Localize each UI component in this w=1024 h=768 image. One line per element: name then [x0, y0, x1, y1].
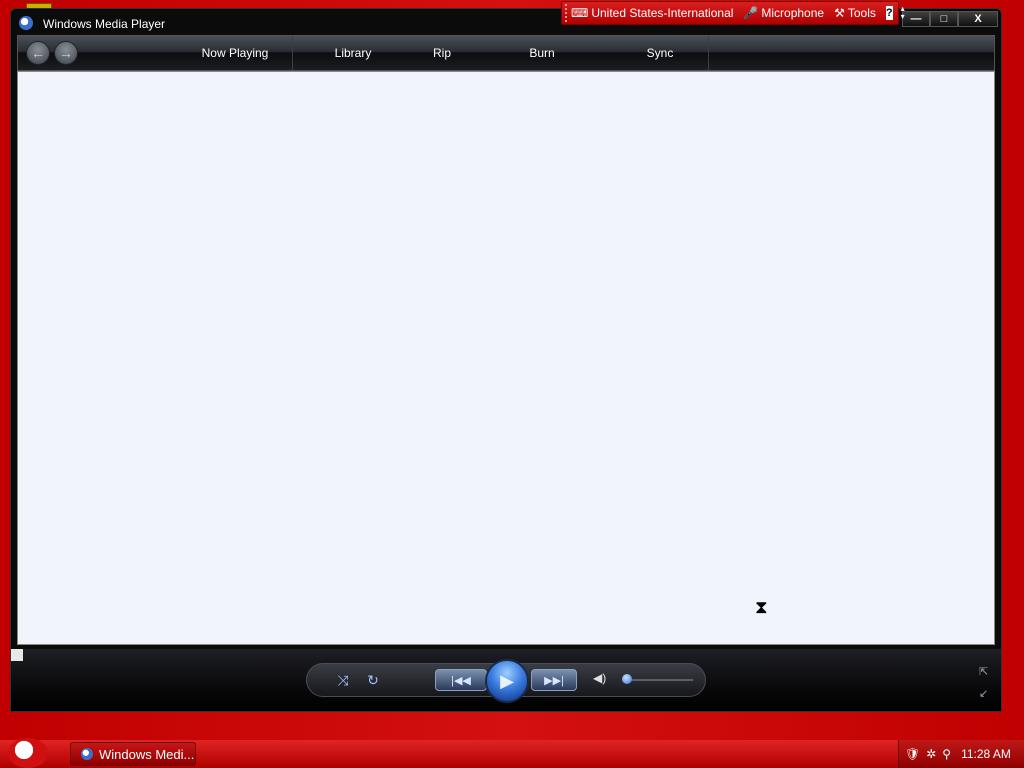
hourglass-cursor-icon: ⧗	[755, 597, 768, 617]
repeat-button[interactable]: ↻	[363, 670, 383, 690]
navigation-bar: ← → Now Playing Library Rip Burn Sync	[17, 35, 995, 71]
clock[interactable]: 11:28 AM	[961, 747, 1011, 761]
tab-burn[interactable]: Burn	[512, 36, 572, 70]
language-bar-options[interactable]: ▴ ▾	[901, 5, 905, 21]
chevron-down-icon: ▾	[900, 12, 905, 21]
close-button[interactable]: X	[958, 11, 998, 27]
tools-button[interactable]: ⚒ Tools	[834, 6, 876, 20]
taskbar-item-label: Windows Medi...	[99, 746, 195, 762]
maximize-button[interactable]: □	[930, 11, 958, 27]
media-player-icon	[19, 16, 33, 30]
stop-button[interactable]	[11, 649, 23, 661]
start-button[interactable]	[8, 738, 48, 768]
media-player-icon	[81, 748, 93, 760]
system-tray: 🛡 ✲ ⚲ 11:28 AM	[898, 740, 1024, 768]
shield-icon[interactable]: 🛡	[905, 747, 920, 761]
keyboard-icon: ⌨	[571, 6, 589, 20]
forward-button[interactable]: →	[54, 41, 78, 65]
search-icon[interactable]: ⚲	[942, 747, 951, 761]
minimize-button[interactable]: —	[902, 11, 930, 27]
tools-label: Tools	[847, 6, 876, 20]
taskbar: Windows Medi... 🛡 ✲ ⚲ 11:28 AM	[0, 738, 1024, 768]
shuffle-button[interactable]: ⤨	[333, 670, 353, 690]
volume-slider[interactable]	[623, 679, 693, 681]
play-button[interactable]: ▶	[485, 659, 529, 703]
network-icon[interactable]: ✲	[926, 747, 936, 761]
tools-icon: ⚒	[834, 6, 845, 20]
microphone-label: Microphone	[761, 6, 825, 20]
playback-controls: ⤨ ↻ |◀◀ ▶▶| ▶ ◀) ⇱ ↙	[11, 649, 1001, 711]
language-label: United States-International	[591, 6, 734, 20]
tab-library[interactable]: Library	[304, 36, 402, 70]
compact-mode-icon[interactable]: ↙	[979, 687, 988, 700]
taskbar-item-media-player[interactable]: Windows Medi...	[70, 742, 196, 766]
previous-button[interactable]: |◀◀	[435, 669, 487, 691]
tab-rip[interactable]: Rip	[412, 36, 472, 70]
microphone-icon: 🎤	[743, 6, 759, 20]
window-title: Windows Media Player	[43, 17, 166, 31]
help-icon[interactable]: ?	[885, 6, 893, 20]
language-selector[interactable]: ⌨ United States-International	[571, 6, 733, 20]
back-button[interactable]: ←	[26, 41, 50, 65]
mute-button[interactable]: ◀)	[593, 671, 606, 685]
language-bar: ⌨ United States-International 🎤 Micropho…	[561, 1, 905, 25]
tab-sync[interactable]: Sync	[612, 36, 709, 70]
tab-now-playing[interactable]: Now Playing	[178, 36, 293, 70]
language-bar-grip[interactable]	[565, 4, 567, 22]
microphone-button[interactable]: 🎤 Microphone	[743, 6, 824, 20]
now-playing-area[interactable]: ⧗	[17, 71, 995, 645]
volume-slider-thumb[interactable]	[621, 674, 632, 684]
switch-to-now-playing-icon[interactable]: ⇱	[979, 665, 988, 678]
next-button[interactable]: ▶▶|	[531, 669, 577, 691]
media-player-window: Windows Media Player — □ X ← → Now Playi…	[10, 8, 1002, 712]
